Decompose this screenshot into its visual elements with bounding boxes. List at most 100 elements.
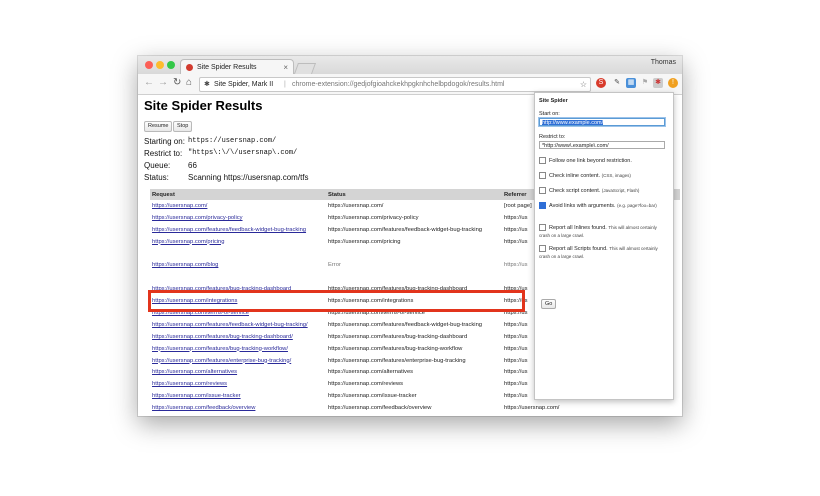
- cell-request[interactable]: https://usersnap.com/features/bug-tracki…: [150, 331, 326, 343]
- option-check-inline-label: Check inline content.: [549, 173, 601, 179]
- back-icon[interactable]: ←: [144, 77, 154, 88]
- restrict-to-input[interactable]: *http://www\.example\.com/: [539, 141, 665, 149]
- maximize-window-icon[interactable]: [167, 61, 175, 69]
- checkbox-icon[interactable]: [539, 187, 546, 195]
- ext-flag-icon[interactable]: ⚑: [640, 78, 650, 88]
- address-bar[interactable]: ✱ Site Spider, Mark II | chrome-extensio…: [199, 77, 591, 92]
- cell-request[interactable]: https://usersnap.com/pricing: [150, 236, 326, 248]
- option-avoid-arguments[interactable]: Avoid links with arguments. (e.g. page?f…: [539, 202, 667, 210]
- go-button[interactable]: Go: [541, 299, 557, 309]
- browser-tab[interactable]: Site Spider Results ×: [180, 59, 294, 75]
- cell-request[interactable]: https://usersnap.com/alternatives: [150, 366, 326, 378]
- site-spider-popup: Site Spider Start on: http://www.example…: [534, 92, 674, 400]
- header-status: Status: [326, 189, 502, 200]
- option-follow-one-link[interactable]: Follow one link beyond restriction.: [539, 157, 667, 165]
- option-check-inline-note: (CSS, images): [601, 173, 631, 178]
- option-check-script-note: (JavaScript, Flash): [601, 188, 640, 193]
- start-on-input[interactable]: http://www.example.com/: [539, 118, 665, 126]
- cell-status: https://usersnap.com/issue-tracker: [328, 393, 417, 400]
- home-icon[interactable]: ⌂: [186, 77, 192, 88]
- ext-red-icon[interactable]: S: [596, 78, 606, 88]
- ext-blue-icon[interactable]: ▦: [626, 78, 636, 88]
- address-separator: |: [284, 81, 286, 88]
- starting-on-label: Starting on:: [144, 137, 185, 146]
- restrict-to-label: Restrict to:: [539, 134, 566, 140]
- option-check-script-label: Check script content.: [549, 188, 601, 194]
- status-row: Status: Scanning https://usersnap.com/tf…: [144, 173, 309, 182]
- option-check-inline[interactable]: Check inline content. (CSS, images): [539, 172, 667, 180]
- status-label: Status:: [144, 173, 169, 182]
- cell-request[interactable]: https://usersnap.com/: [150, 200, 326, 212]
- queue-row: Queue: 66: [144, 161, 197, 170]
- extension-puzzle-icon: ✱: [204, 81, 210, 88]
- option-avoid-arguments-label: Avoid links with arguments.: [549, 203, 616, 209]
- option-check-script[interactable]: Check script content. (JavaScript, Flash…: [539, 187, 667, 195]
- starting-on-value: https://usersnap.com/: [188, 137, 277, 145]
- title-bar: Site Spider Results × Thomas: [138, 56, 682, 75]
- option-report-inlines-label: Report all Inlines found.: [549, 225, 607, 231]
- cell-request[interactable]: https://usersnap.com/features/bug-tracki…: [150, 343, 326, 355]
- cell-request[interactable]: https://usersnap.com/features/feedback-w…: [150, 319, 326, 331]
- checkbox-icon[interactable]: [539, 157, 546, 165]
- cell-status: https://usersnap.com/feedback/overview: [328, 405, 432, 412]
- cell-status: https://usersnap.com/features/bug-tracki…: [328, 333, 468, 340]
- queue-label: Queue:: [144, 161, 171, 170]
- cell-status: https://usersnap.com/privacy-policy: [328, 214, 419, 221]
- tab-title: Site Spider Results: [197, 64, 257, 71]
- popup-title: Site Spider: [539, 98, 568, 104]
- eyedropper-icon[interactable]: ✎: [612, 78, 622, 88]
- cell-request[interactable]: https://usersnap.com/features/enterprise…: [150, 355, 326, 367]
- cell-referrer: https://usersnap.com/: [504, 405, 560, 412]
- tab-close-icon[interactable]: ×: [283, 60, 288, 75]
- page-title: Site Spider Results: [144, 98, 263, 113]
- restrict-value: "https\:\/\/usersnap\.com/: [188, 149, 298, 157]
- restrict-label: Restrict to:: [144, 149, 183, 158]
- cell-status: https://usersnap.com/: [328, 202, 384, 209]
- profile-name[interactable]: Thomas: [651, 59, 676, 66]
- option-report-inlines[interactable]: Report all Inlines found. This will almo…: [539, 224, 667, 240]
- cell-request[interactable]: https://usersnap.com/reviews: [150, 378, 326, 390]
- cell-status: https://usersnap.com/features/enterprise…: [328, 357, 466, 364]
- option-report-scripts[interactable]: Report all Scripts found. This will almo…: [539, 245, 667, 261]
- start-on-label: Start on:: [539, 111, 560, 117]
- starting-on-row: Starting on: https://usersnap.com/: [144, 137, 276, 146]
- resume-button[interactable]: Resume: [144, 121, 173, 132]
- cell-request[interactable]: https://usersnap.com/privacy-policy: [150, 212, 326, 224]
- ext-orange-icon[interactable]: !: [668, 78, 678, 88]
- new-tab-button[interactable]: [293, 63, 317, 74]
- stop-button[interactable]: Stop: [173, 121, 193, 132]
- close-window-icon[interactable]: [145, 61, 153, 69]
- cell-request[interactable]: https://usersnap.com/issue-tracker: [150, 390, 326, 402]
- status-value: Scanning https://usersnap.com/tfs: [188, 173, 309, 182]
- cell-request: [150, 271, 326, 283]
- cell-request[interactable]: https://usersnap.com/features/feedback-w…: [150, 224, 326, 236]
- start-on-value: http://www.example.com/: [542, 120, 604, 126]
- cell-request: [150, 248, 326, 260]
- checkbox-icon[interactable]: [539, 224, 546, 232]
- table-row: https://usersnap.com/feedback/overview ht…: [150, 402, 680, 414]
- cell-status: https://usersnap.com/features/bug-tracki…: [328, 345, 463, 352]
- checkbox-icon[interactable]: [539, 245, 546, 253]
- cell-status: https://usersnap.com/alternatives: [328, 369, 414, 376]
- cell-status: https://usersnap.com/features/feedback-w…: [328, 321, 483, 328]
- checkbox-icon[interactable]: [539, 172, 546, 180]
- queue-value: 66: [188, 161, 197, 170]
- cell-status: https://usersnap.com/pricing: [328, 238, 401, 245]
- cell-status: https://usersnap.com/reviews: [328, 381, 404, 388]
- option-follow-one-link-label: Follow one link beyond restriction.: [549, 158, 632, 164]
- cell-status: https://usersnap.com/features/feedback-w…: [328, 226, 483, 233]
- minimize-window-icon[interactable]: [156, 61, 164, 69]
- cell-request[interactable]: https://usersnap.com/blog: [150, 259, 326, 271]
- forward-icon[interactable]: →: [158, 77, 168, 88]
- bookmark-star-icon[interactable]: ☆: [580, 78, 587, 91]
- option-report-scripts-label: Report all Scripts found.: [549, 246, 608, 252]
- address-url: chrome-extension://gedjofgioahckekhpgknh…: [292, 81, 505, 88]
- checkbox-checked-icon[interactable]: [539, 202, 546, 210]
- header-request: Request: [150, 189, 326, 200]
- reload-icon[interactable]: ↻: [173, 77, 181, 88]
- restrict-row: Restrict to: "https\:\/\/usersnap\.com/: [144, 149, 297, 158]
- cell-request[interactable]: https://usersnap.com/feedback/overview: [150, 402, 326, 414]
- site-spider-ext-icon[interactable]: ✱: [653, 78, 663, 88]
- address-extension-name: Site Spider, Mark II: [214, 81, 274, 88]
- spider-icon: [186, 64, 193, 71]
